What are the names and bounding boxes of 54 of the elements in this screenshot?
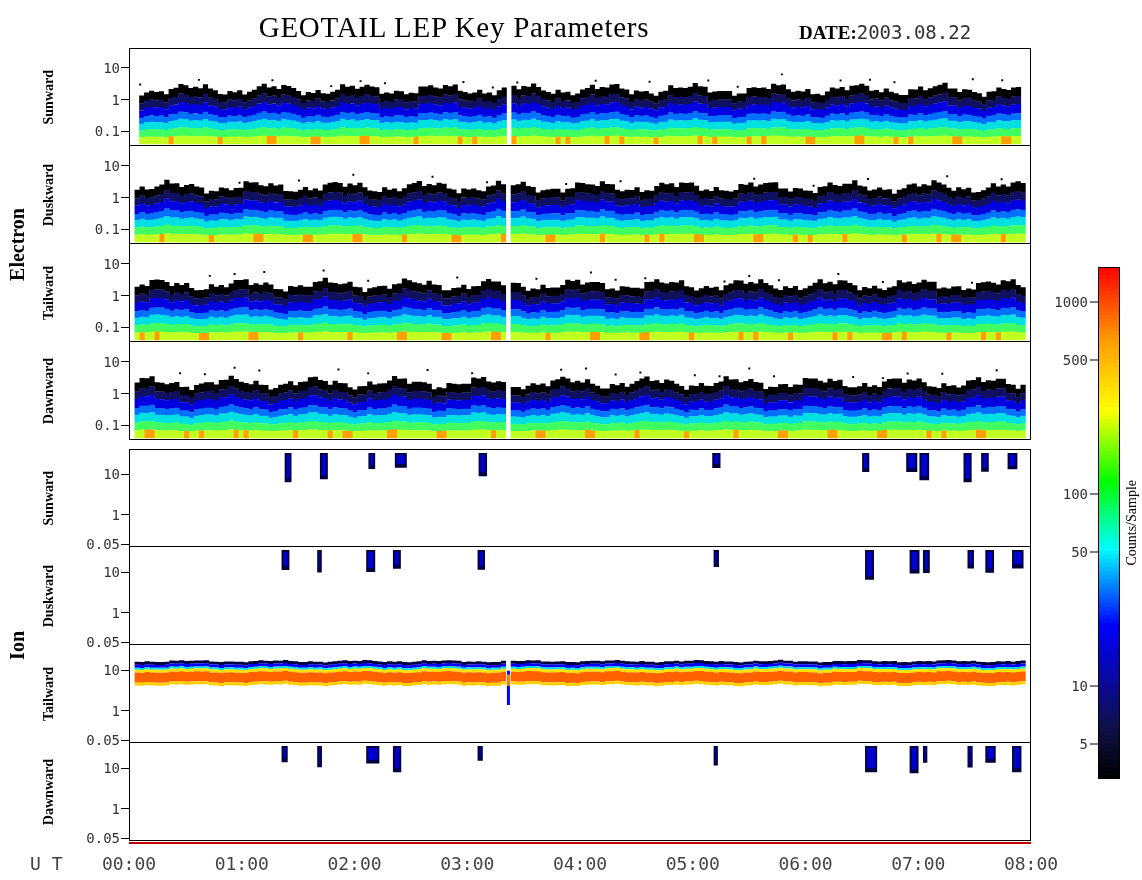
y-tick-label: 1 (111, 189, 121, 206)
time-tick-label: 05:00 (664, 852, 721, 876)
direction-label: Sunward (39, 69, 57, 125)
colorbar-tick-label: 5 (1079, 734, 1089, 754)
y-tick-label: 1 (111, 506, 121, 523)
time-tick-label: 03:00 (439, 852, 496, 876)
y-tick-label: 0.1 (94, 123, 121, 140)
y-tick-label: 10 (103, 564, 121, 581)
y-tick-label: 0.05 (86, 830, 121, 847)
y-tick-label: 1 (111, 800, 121, 817)
colorbar-tick-label: 10 (1071, 676, 1089, 696)
species-label: Electron (5, 207, 29, 281)
y-tick-label: 1 (111, 604, 121, 621)
y-tick-label: 1 (111, 385, 121, 402)
direction-label: Sunward (39, 470, 57, 526)
time-axis-label: U T (29, 852, 64, 876)
direction-label: Dawnward (39, 758, 57, 826)
y-tick-label: 1 (111, 91, 121, 108)
y-tick-label: 10 (103, 466, 121, 483)
time-tick-label: 07:00 (890, 852, 947, 876)
direction-label: Dawnward (39, 357, 57, 425)
direction-label: Tailward (39, 266, 57, 320)
y-tick-label: 10 (103, 760, 121, 777)
y-tick-label: 0.05 (86, 732, 121, 749)
y-tick-label: 0.1 (94, 319, 121, 336)
y-tick-label: 0.1 (94, 417, 121, 434)
species-label: Ion (5, 630, 29, 660)
date-label: DATE: (799, 21, 857, 45)
date-value: 2003.08.22 (856, 20, 972, 45)
y-tick-label: 1 (111, 702, 121, 719)
colorbar-tick-label: 1000 (1054, 292, 1089, 312)
colorbar-tick-label: 50 (1071, 542, 1089, 562)
direction-label: Duskward (39, 163, 57, 227)
direction-label: Duskward (39, 564, 57, 628)
y-tick-label: 0.05 (86, 536, 121, 553)
y-tick-label: 0.05 (86, 634, 121, 651)
time-tick-label: 02:00 (326, 852, 383, 876)
time-tick-label: 00:00 (100, 852, 158, 876)
y-tick-label: 0.1 (94, 221, 121, 238)
y-tick-label: 10 (103, 255, 121, 272)
colorbar-tick-label: 100 (1062, 484, 1089, 504)
time-tick-label: 01:00 (213, 852, 270, 876)
y-tick-label: 10 (103, 353, 121, 370)
time-tick-label: 08:00 (1002, 852, 1060, 876)
y-tick-label: 10 (103, 59, 121, 76)
direction-label: Tailward (39, 667, 57, 721)
y-tick-label: 10 (103, 662, 121, 679)
colorbar-tick-label: 500 (1062, 350, 1089, 370)
y-tick-label: 1 (111, 287, 121, 304)
time-tick-label: 06:00 (777, 852, 834, 876)
plot-title: GEOTAIL LEP Key Parameters (258, 10, 650, 44)
colorbar-label: Counts/Sample (1122, 480, 1140, 566)
time-tick-label: 04:00 (551, 852, 609, 876)
y-tick-label: 10 (103, 157, 121, 174)
